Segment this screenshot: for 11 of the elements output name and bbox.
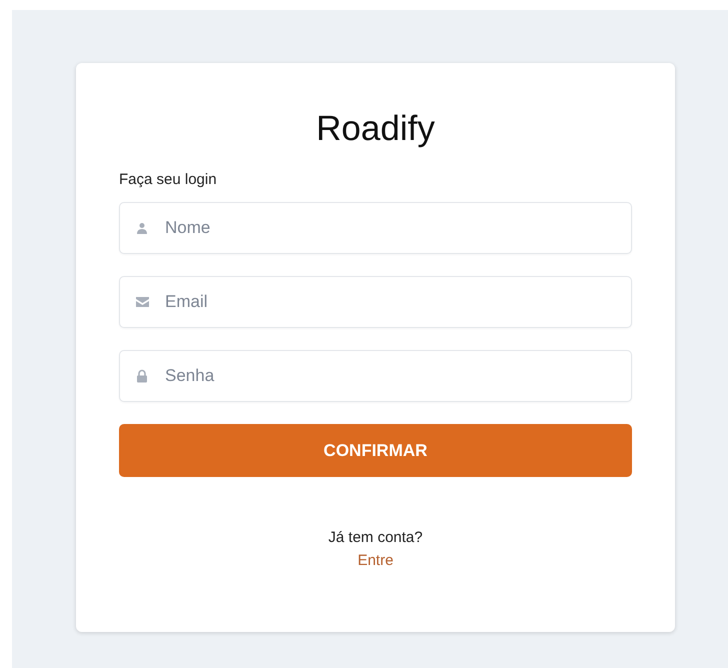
app-title: Roadify xyxy=(316,108,435,150)
lock-icon xyxy=(136,370,148,382)
account-question: Já tem conta? xyxy=(328,529,423,546)
person-icon xyxy=(136,222,148,234)
confirm-button[interactable]: CONFIRMAR xyxy=(119,424,632,477)
input-field[interactable]: Nome xyxy=(119,202,632,254)
form-subtitle: Faça seu login xyxy=(119,171,217,188)
sign-in-link[interactable]: Entre xyxy=(358,552,394,569)
input-field[interactable]: Email xyxy=(119,276,632,328)
mail-icon xyxy=(136,297,149,307)
input-field[interactable]: Senha xyxy=(119,350,632,402)
